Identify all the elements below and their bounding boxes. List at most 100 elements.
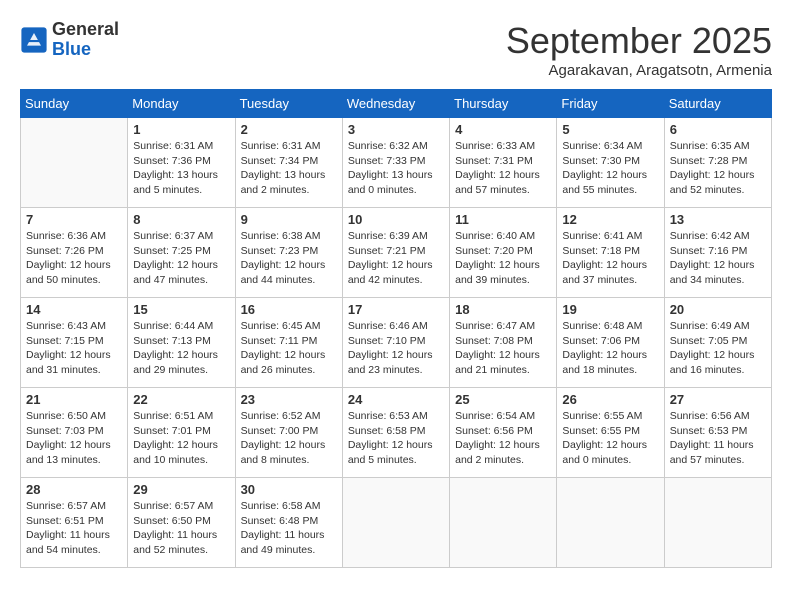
day-info: Sunrise: 6:35 AMSunset: 7:28 PMDaylight:… [670,139,766,198]
day-number: 20 [670,302,766,317]
weekday-header-row: SundayMondayTuesdayWednesdayThursdayFrid… [21,90,772,118]
logo-text: General Blue [52,20,119,60]
calendar-cell: 22 Sunrise: 6:51 AMSunset: 7:01 PMDayligh… [128,388,235,478]
weekday-header-tuesday: Tuesday [235,90,342,118]
calendar-cell [21,118,128,208]
day-number: 2 [241,122,337,137]
calendar-cell: 26Sunrise: 6:55 AMSunset: 6:55 PMDayligh… [557,388,664,478]
calendar-cell: 8 Sunrise: 6:37 AMSunset: 7:25 PMDaylight… [128,208,235,298]
day-number: 9 [241,212,337,227]
day-number: 23 [241,392,337,407]
day-info: Sunrise: 6:44 AMSunset: 7:13 PMDaylight:… [133,319,229,378]
day-number: 7 [26,212,122,227]
calendar-cell: 27Sunrise: 6:56 AMSunset: 6:53 PMDayligh… [664,388,771,478]
day-info: Sunrise: 6:46 AMSunset: 7:10 PMDaylight:… [348,319,444,378]
calendar-cell: 20 Sunrise: 6:49 AMSunset: 7:05 PMDayligh… [664,298,771,388]
calendar-cell: 29 Sunrise: 6:57 AMSunset: 6:50 PMDayligh… [128,478,235,568]
weekday-header-wednesday: Wednesday [342,90,449,118]
day-info: Sunrise: 6:50 AMSunset: 7:03 PMDaylight:… [26,409,122,468]
day-info: Sunrise: 6:37 AMSunset: 7:25 PMDaylight:… [133,229,229,288]
week-row-2: 7 Sunrise: 6:36 AMSunset: 7:26 PMDaylight… [21,208,772,298]
day-number: 22 [133,392,229,407]
day-number: 19 [562,302,658,317]
weekday-header-friday: Friday [557,90,664,118]
day-number: 18 [455,302,551,317]
month-title: September 2025 [506,20,772,62]
day-info: Sunrise: 6:45 AMSunset: 7:11 PMDaylight:… [241,319,337,378]
calendar-cell [342,478,449,568]
calendar-body: 1 Sunrise: 6:31 AMSunset: 7:36 PMDaylight… [21,118,772,568]
day-info: Sunrise: 6:51 AMSunset: 7:01 PMDaylight:… [133,409,229,468]
day-number: 24 [348,392,444,407]
day-number: 27 [670,392,766,407]
day-info: Sunrise: 6:38 AMSunset: 7:23 PMDaylight:… [241,229,337,288]
day-info: Sunrise: 6:39 AMSunset: 7:21 PMDaylight:… [348,229,444,288]
day-number: 1 [133,122,229,137]
day-info: Sunrise: 6:36 AMSunset: 7:26 PMDaylight:… [26,229,122,288]
day-info: Sunrise: 6:41 AMSunset: 7:18 PMDaylight:… [562,229,658,288]
calendar-cell [557,478,664,568]
calendar-table: SundayMondayTuesdayWednesdayThursdayFrid… [20,89,772,568]
day-info: Sunrise: 6:53 AMSunset: 6:58 PMDaylight:… [348,409,444,468]
day-number: 5 [562,122,658,137]
calendar-cell: 3 Sunrise: 6:32 AMSunset: 7:33 PMDaylight… [342,118,449,208]
calendar-cell: 21 Sunrise: 6:50 AMSunset: 7:03 PMDayligh… [21,388,128,478]
day-number: 14 [26,302,122,317]
logo-icon [20,26,48,54]
calendar-cell: 13 Sunrise: 6:42 AMSunset: 7:16 PMDayligh… [664,208,771,298]
day-number: 4 [455,122,551,137]
calendar-cell: 18 Sunrise: 6:47 AMSunset: 7:08 PMDayligh… [450,298,557,388]
day-number: 28 [26,482,122,497]
weekday-header-thursday: Thursday [450,90,557,118]
day-info: Sunrise: 6:42 AMSunset: 7:16 PMDaylight:… [670,229,766,288]
day-info: Sunrise: 6:32 AMSunset: 7:33 PMDaylight:… [348,139,444,198]
day-info: Sunrise: 6:58 AMSunset: 6:48 PMDaylight:… [241,499,337,558]
day-number: 3 [348,122,444,137]
day-info: Sunrise: 6:49 AMSunset: 7:05 PMDaylight:… [670,319,766,378]
day-number: 21 [26,392,122,407]
day-info: Sunrise: 6:47 AMSunset: 7:08 PMDaylight:… [455,319,551,378]
calendar-cell: 19 Sunrise: 6:48 AMSunset: 7:06 PMDayligh… [557,298,664,388]
day-info: Sunrise: 6:52 AMSunset: 7:00 PMDaylight:… [241,409,337,468]
week-row-5: 28Sunrise: 6:57 AMSunset: 6:51 PMDayligh… [21,478,772,568]
calendar-cell: 16 Sunrise: 6:45 AMSunset: 7:11 PMDayligh… [235,298,342,388]
day-number: 12 [562,212,658,227]
day-number: 13 [670,212,766,227]
day-info: Sunrise: 6:57 AMSunset: 6:50 PMDaylight:… [133,499,229,558]
day-number: 16 [241,302,337,317]
calendar-cell: 4 Sunrise: 6:33 AMSunset: 7:31 PMDaylight… [450,118,557,208]
week-row-1: 1 Sunrise: 6:31 AMSunset: 7:36 PMDaylight… [21,118,772,208]
calendar-cell: 17 Sunrise: 6:46 AMSunset: 7:10 PMDayligh… [342,298,449,388]
day-info: Sunrise: 6:43 AMSunset: 7:15 PMDaylight:… [26,319,122,378]
calendar-cell: 15 Sunrise: 6:44 AMSunset: 7:13 PMDayligh… [128,298,235,388]
calendar-cell: 28Sunrise: 6:57 AMSunset: 6:51 PMDayligh… [21,478,128,568]
calendar-cell: 12 Sunrise: 6:41 AMSunset: 7:18 PMDayligh… [557,208,664,298]
week-row-4: 21 Sunrise: 6:50 AMSunset: 7:03 PMDayligh… [21,388,772,478]
calendar-cell: 24 Sunrise: 6:53 AMSunset: 6:58 PMDayligh… [342,388,449,478]
day-number: 29 [133,482,229,497]
day-info: Sunrise: 6:33 AMSunset: 7:31 PMDaylight:… [455,139,551,198]
calendar-cell: 25Sunrise: 6:54 AMSunset: 6:56 PMDayligh… [450,388,557,478]
calendar-cell: 1 Sunrise: 6:31 AMSunset: 7:36 PMDaylight… [128,118,235,208]
day-number: 10 [348,212,444,227]
day-info: Sunrise: 6:55 AMSunset: 6:55 PMDaylight:… [562,409,658,468]
day-number: 15 [133,302,229,317]
day-info: Sunrise: 6:31 AMSunset: 7:36 PMDaylight:… [133,139,229,198]
day-number: 30 [241,482,337,497]
weekday-header-sunday: Sunday [21,90,128,118]
day-number: 17 [348,302,444,317]
calendar-cell [664,478,771,568]
calendar-cell: 23 Sunrise: 6:52 AMSunset: 7:00 PMDayligh… [235,388,342,478]
calendar-cell: 10 Sunrise: 6:39 AMSunset: 7:21 PMDayligh… [342,208,449,298]
day-number: 6 [670,122,766,137]
title-block: September 2025 Agarakavan, Aragatsotn, A… [506,20,772,79]
calendar-cell: 5Sunrise: 6:34 AMSunset: 7:30 PMDaylight… [557,118,664,208]
calendar-cell [450,478,557,568]
calendar-cell: 9 Sunrise: 6:38 AMSunset: 7:23 PMDaylight… [235,208,342,298]
calendar-cell: 2Sunrise: 6:31 AMSunset: 7:34 PMDaylight… [235,118,342,208]
day-number: 25 [455,392,551,407]
day-number: 8 [133,212,229,227]
day-info: Sunrise: 6:48 AMSunset: 7:06 PMDaylight:… [562,319,658,378]
weekday-header-saturday: Saturday [664,90,771,118]
calendar-cell: 7 Sunrise: 6:36 AMSunset: 7:26 PMDaylight… [21,208,128,298]
